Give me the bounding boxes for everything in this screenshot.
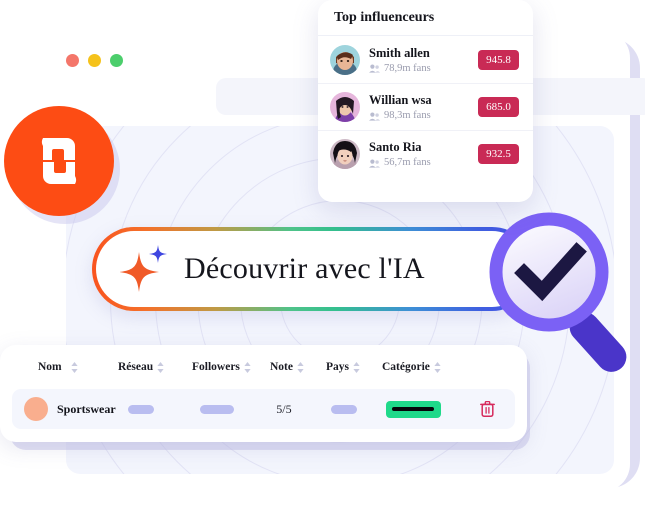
column-header-note[interactable]: Note — [270, 361, 326, 373]
discover-ai-button[interactable]: Découvrir avec l'IA — [96, 231, 530, 307]
redacted-bar — [392, 407, 435, 411]
people-icon — [369, 64, 380, 73]
top-influencers-title: Top influenceurs — [334, 9, 435, 25]
influencer-fans-text: 98,3m fans — [384, 110, 431, 121]
avatar-willian-wsa — [330, 92, 360, 122]
column-label: Followers — [192, 361, 240, 373]
influencer-name: Santo Ria — [369, 140, 422, 154]
trash-icon[interactable] — [480, 401, 495, 417]
column-label: Note — [270, 361, 293, 373]
sort-icon — [297, 361, 304, 373]
traffic-lights — [66, 54, 123, 67]
illustration-stage: Découvrir avec l'IA Top influenceurs Smi… — [0, 0, 645, 508]
column-header-followers[interactable]: Followers — [192, 361, 270, 373]
maximize-window-button[interactable] — [110, 54, 123, 67]
influencer-fans-text: 78,9m fans — [384, 62, 431, 74]
influencer-name: Willian wsa — [369, 93, 432, 107]
value-placeholder — [200, 404, 235, 414]
column-header-pays[interactable]: Pays — [326, 361, 382, 373]
people-icon — [369, 159, 380, 168]
influencer-fans-text: 56,7m fans — [384, 157, 431, 168]
avatar-smith-allen — [330, 44, 360, 75]
sparkle-small-icon — [149, 245, 167, 263]
column-label: Réseau — [118, 361, 154, 373]
column-label: Nom — [38, 361, 62, 373]
influencer-info: Santo Ria 56,7m fans — [369, 138, 469, 170]
discover-ai-cta-border: Découvrir avec l'IA — [92, 227, 534, 311]
table-row[interactable]: Sportswear 5/5 — [12, 389, 515, 429]
sparkle-icon — [119, 252, 159, 292]
influencer-fans: 78,9m fans — [369, 62, 469, 76]
row-name: Sportswear — [57, 401, 116, 416]
influencer-fans: 98,3m fans — [369, 109, 469, 123]
sort-icon — [71, 361, 78, 373]
cell-followers — [200, 404, 276, 414]
influencer-info: Willian wsa 98,3m fans — [369, 91, 469, 123]
value-placeholder — [127, 404, 154, 414]
column-header-nom[interactable]: Nom — [0, 361, 118, 373]
column-header-categorie[interactable]: Catégorie — [382, 361, 462, 373]
table-header-row: Nom Réseau Followers Note Pays Catégorie — [0, 345, 527, 389]
cell-categorie — [385, 400, 464, 418]
influencer-row[interactable]: Santo Ria 56,7m fans 932.5 — [318, 130, 533, 177]
row-avatar — [24, 397, 48, 421]
cell-note: 5/5 — [276, 402, 331, 417]
sort-icon — [157, 361, 164, 373]
brand-mark-icon — [41, 138, 77, 184]
column-label: Catégorie — [382, 361, 430, 373]
people-icon — [369, 112, 380, 121]
brand-logo-badge — [4, 106, 114, 216]
cell-reseau — [127, 404, 200, 414]
minimize-window-button[interactable] — [88, 54, 101, 67]
value-placeholder — [331, 404, 358, 414]
sort-icon — [434, 361, 441, 373]
top-influencers-card: Top influenceurs Smith allen 78,9m fans … — [318, 0, 533, 202]
influencer-score: 685.0 — [478, 97, 519, 117]
influencer-score: 945.8 — [478, 49, 519, 70]
influencer-row[interactable]: Willian wsa 98,3m fans 685.0 — [318, 83, 533, 130]
column-label: Pays — [326, 361, 349, 373]
cell-actions — [464, 401, 511, 417]
column-header-reseau[interactable]: Réseau — [118, 361, 192, 373]
discover-ai-label: Découvrir avec l'IA — [184, 252, 425, 285]
influencer-name: Smith allen — [369, 45, 430, 60]
sparkle-group — [119, 243, 170, 295]
sort-icon — [244, 361, 251, 373]
cell-nom: Sportswear — [12, 397, 128, 421]
avatar-santo-ria — [330, 139, 360, 169]
top-influencers-header: Top influenceurs — [318, 0, 533, 36]
influencer-info: Smith allen 78,9m fans — [369, 44, 469, 76]
data-table-card: Nom Réseau Followers Note Pays Catégorie… — [0, 345, 527, 442]
cell-pays — [331, 404, 386, 414]
influencer-row[interactable]: Smith allen 78,9m fans 945.8 — [318, 36, 533, 83]
sort-icon — [353, 361, 360, 373]
influencer-score: 932.5 — [478, 144, 519, 164]
note-value: 5/5 — [276, 401, 292, 416]
influencer-fans: 56,7m fans — [369, 156, 469, 170]
close-window-button[interactable] — [66, 54, 79, 67]
category-badge — [385, 400, 441, 418]
